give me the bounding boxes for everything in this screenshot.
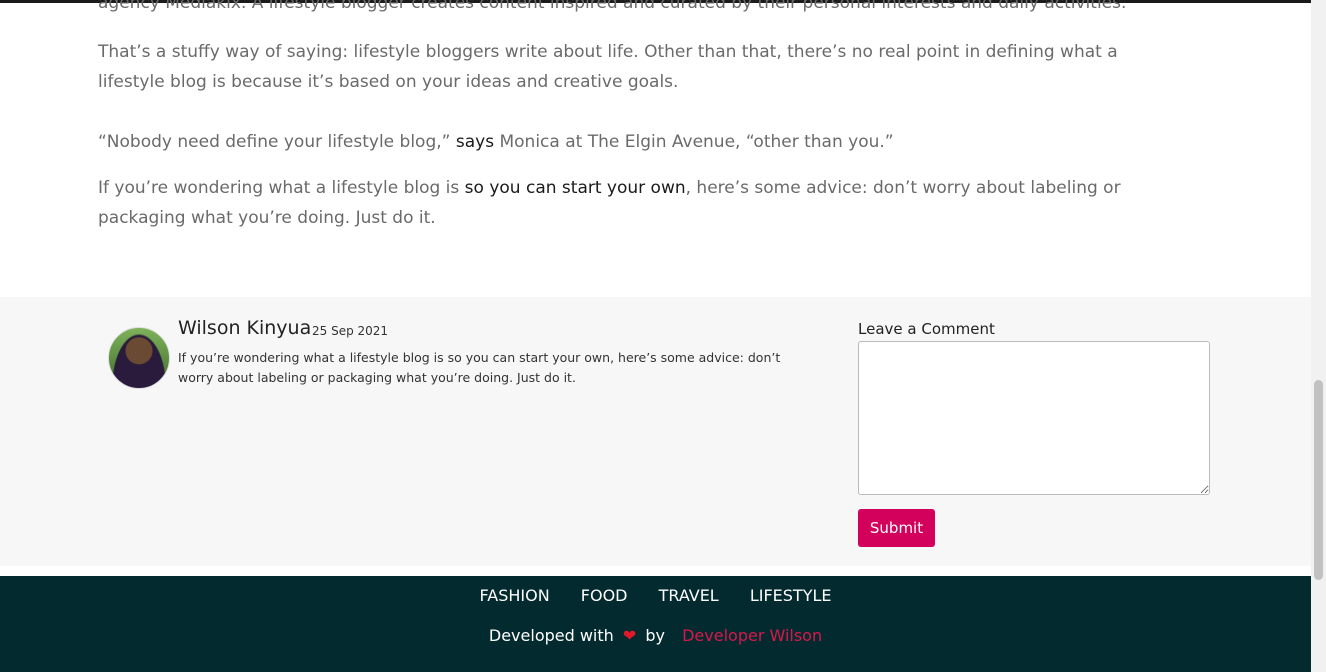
scrollbar-thumb[interactable] — [1314, 380, 1323, 580]
credit-text: by — [645, 626, 666, 645]
footer-link-lifestyle[interactable]: LIFESTYLE — [750, 586, 832, 605]
footer-credit: Developed with ❤ by Developer Wilson — [0, 626, 1311, 645]
says-link[interactable]: says — [456, 132, 494, 152]
footer: FASHION FOOD TRAVEL LIFESTYLE Developed … — [0, 576, 1311, 672]
comments-section: Wilson Kinyua 25 Sep 2021 If you’re wond… — [0, 297, 1311, 566]
start-your-own-link[interactable]: so you can start your own — [465, 178, 686, 198]
developer-link[interactable]: Developer Wilson — [682, 626, 822, 645]
leave-comment-label: Leave a Comment — [858, 320, 995, 338]
submit-button[interactable]: Submit — [858, 509, 935, 547]
comment-date: 25 Sep 2021 — [312, 324, 389, 338]
heart-icon: ❤ — [622, 626, 637, 645]
comment-text: If you’re wondering what a lifestyle blo… — [178, 350, 781, 385]
footer-link-travel[interactable]: TRAVEL — [659, 586, 719, 605]
paragraph-text: If you’re wondering what a lifestyle blo… — [98, 178, 465, 198]
footer-link-fashion[interactable]: FASHION — [480, 586, 550, 605]
quote-text: Monica at The Elgin Avenue, “other than … — [494, 132, 894, 152]
quote-text: “Nobody need define your lifestyle blog,… — [98, 132, 456, 152]
comment-author: Wilson Kinyua — [178, 317, 312, 339]
article-paragraph: agency Mediakix. A lifestyle blogger cre… — [98, 0, 1127, 13]
article-paragraph: “Nobody need define your lifestyle blog,… — [98, 127, 1188, 157]
article-paragraph: If you’re wondering what a lifestyle blo… — [98, 173, 1188, 233]
scrollbar[interactable] — [1311, 0, 1326, 672]
footer-nav: FASHION FOOD TRAVEL LIFESTYLE — [0, 586, 1311, 605]
avatar — [108, 327, 170, 389]
article-paragraph: That’s a stuffy way of saying: lifestyle… — [98, 42, 1118, 92]
credit-text: Developed with — [488, 626, 614, 645]
footer-link-food[interactable]: FOOD — [581, 586, 628, 605]
comment-textarea[interactable] — [858, 341, 1210, 495]
